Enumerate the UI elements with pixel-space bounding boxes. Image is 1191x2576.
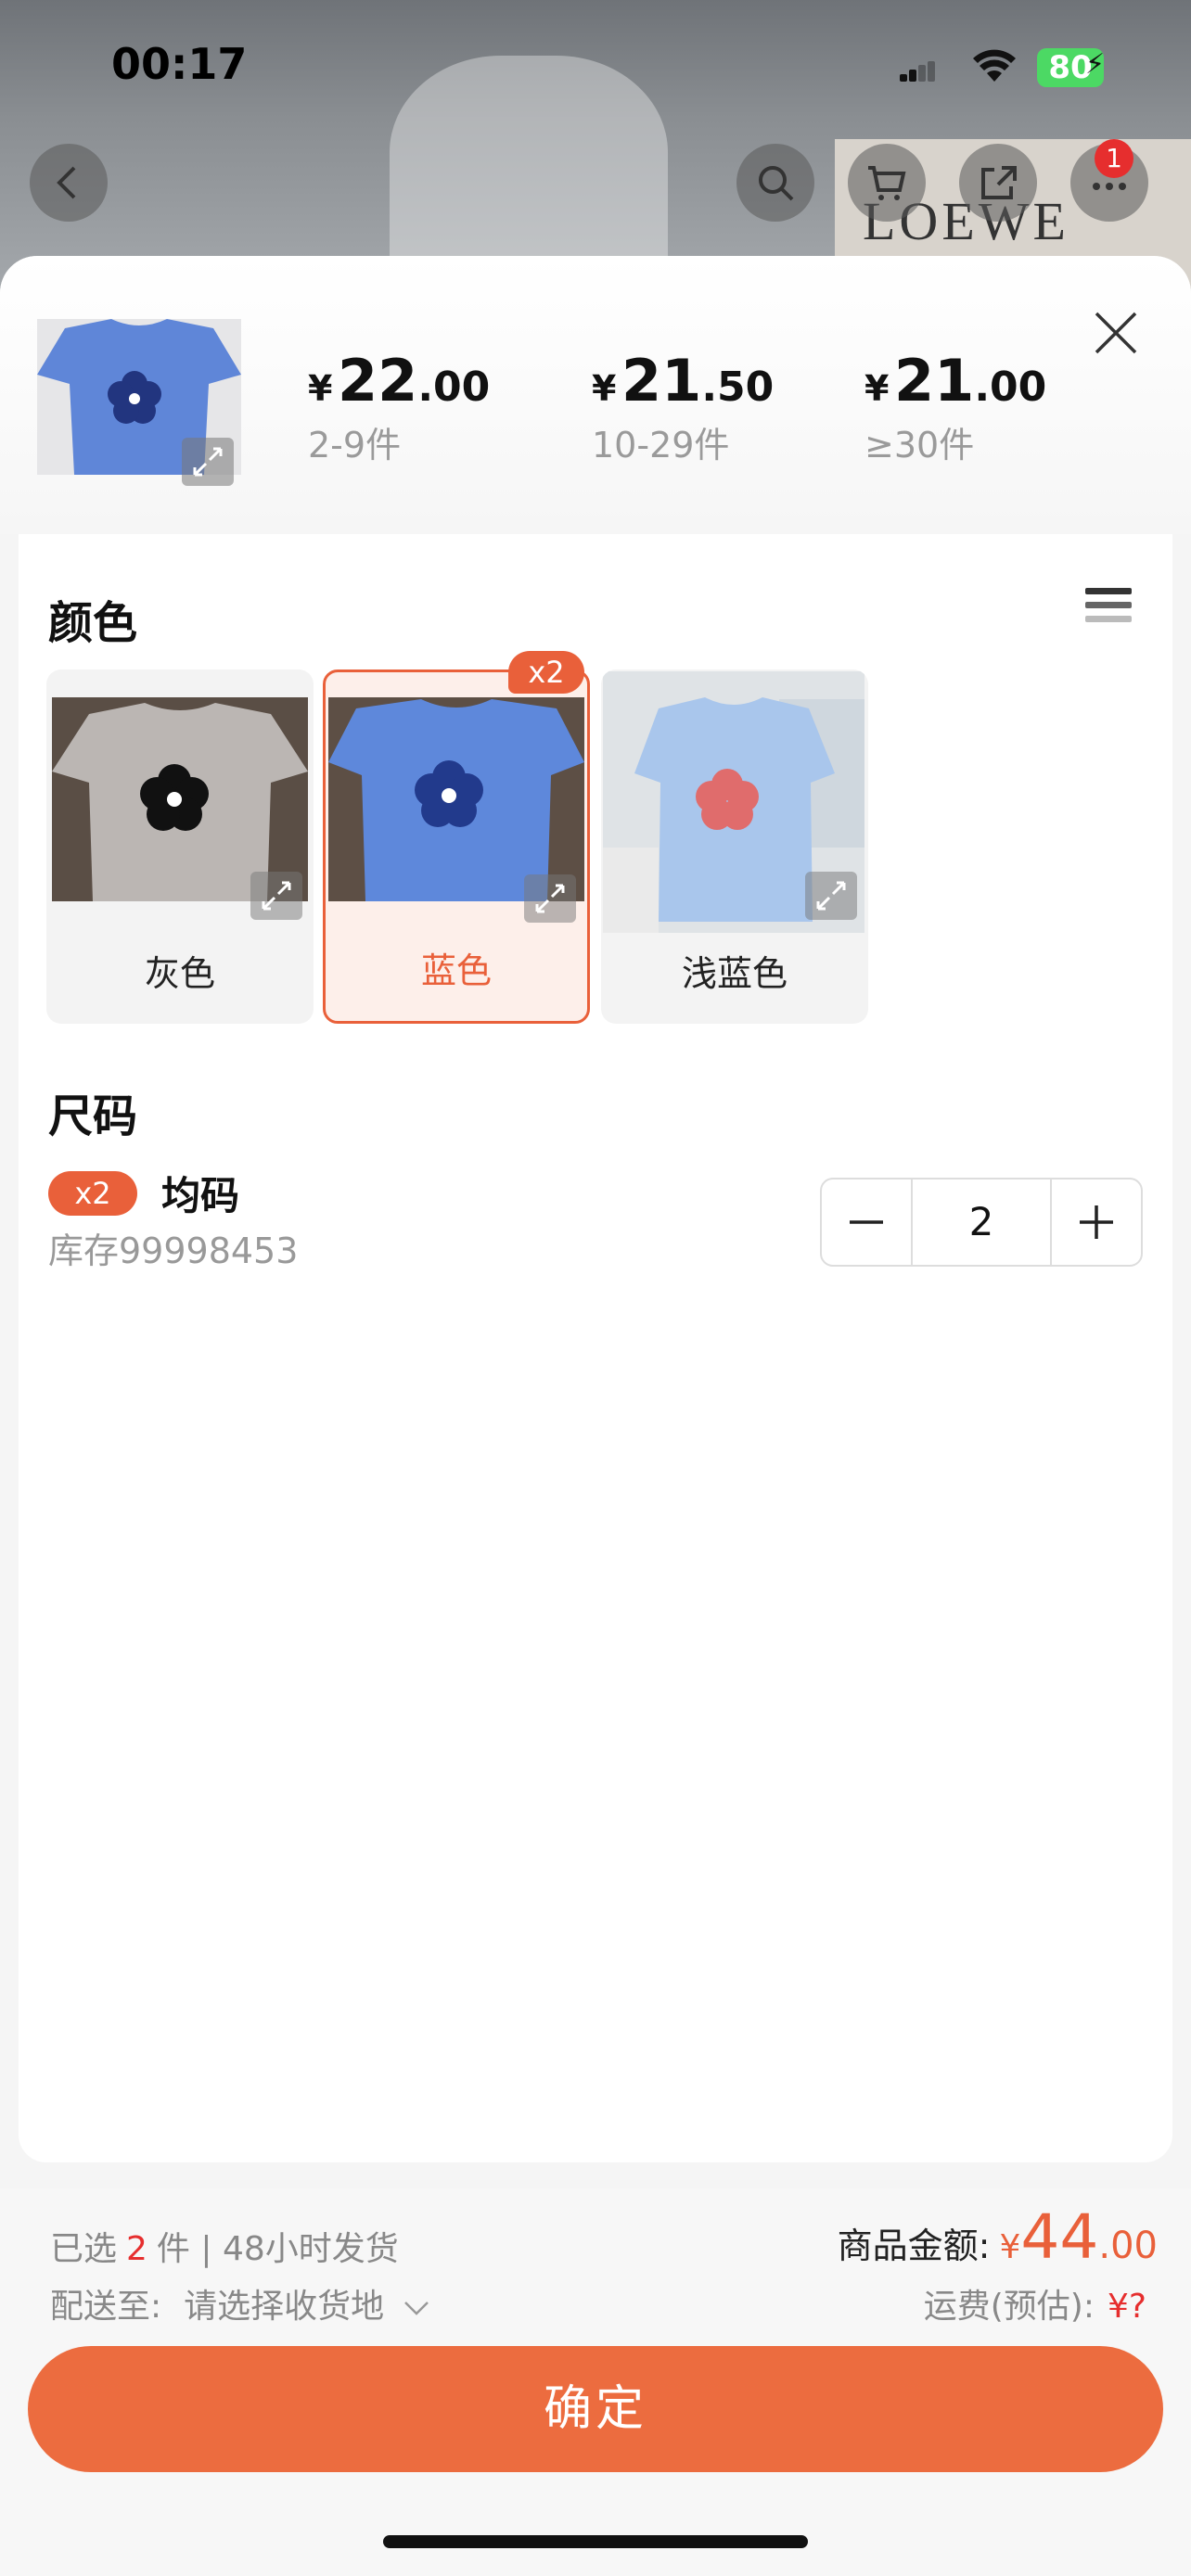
ship-to-selector[interactable]: 配送至: 请选择收货地	[50, 2279, 430, 2327]
blue-sweater-image	[328, 697, 584, 901]
minus-icon	[850, 1220, 883, 1224]
wifi-icon	[972, 48, 1017, 95]
freight-estimate: 运费(预估): ¥?	[923, 2288, 1146, 2326]
tier-range: ≥30件	[864, 425, 975, 465]
search-icon	[759, 166, 794, 201]
confirm-button[interactable]: 确定	[28, 2346, 1163, 2472]
tier-range: 2-9件	[308, 425, 402, 465]
color-option-label: 浅蓝色	[681, 953, 788, 994]
chevron-down-icon	[403, 2302, 429, 2315]
tier-range: 10-29件	[592, 425, 730, 465]
expand-button[interactable]	[805, 872, 857, 920]
price-tier-3: ¥ 21.00 ≥30件	[864, 347, 1047, 465]
color-option-light-blue[interactable]: 浅蓝色	[601, 670, 868, 1024]
sheet-header: ¥ 22.00 2-9件 ¥ 21.50 10-29件 ¥ 21.00 ≥30件	[0, 256, 1191, 534]
ship-to-label: 配送至:	[50, 2288, 162, 2326]
home-indicator	[383, 2535, 808, 2548]
selected-count-badge: x2	[508, 651, 584, 694]
color-section-title: 颜色	[48, 597, 138, 649]
selected-count: 2	[126, 2230, 147, 2268]
checkout-footer: 已选 2 件 | 48小时发货 配送至: 请选择收货地 商品金额: ¥44.00 运费(…	[0, 2188, 1191, 2576]
expand-icon	[535, 884, 565, 913]
color-option-gray[interactable]: 灰色	[46, 670, 314, 1024]
color-option-label: 蓝色	[420, 950, 492, 991]
size-name: 均码	[161, 1173, 240, 1218]
close-icon[interactable]	[1091, 308, 1141, 358]
cart-button[interactable]	[848, 144, 926, 222]
cart-icon	[868, 166, 906, 200]
back-button[interactable]	[30, 144, 108, 222]
plus-icon	[1080, 1205, 1113, 1239]
share-button[interactable]	[959, 144, 1037, 222]
chevron-left-icon	[57, 166, 76, 199]
price-tier-1: ¥ 22.00 2-9件	[308, 347, 491, 465]
charging-icon: ⚡	[1085, 48, 1106, 81]
thumbnail-expand-button[interactable]	[182, 438, 234, 486]
total-amount: 商品金额: ¥44.00	[837, 2201, 1158, 2273]
stock-count: 库存99998453	[48, 1231, 299, 1271]
price-tier-2: ¥ 21.50 10-29件	[592, 347, 775, 465]
list-view-toggle[interactable]	[1085, 588, 1132, 632]
quantity-stepper: 2	[820, 1178, 1143, 1267]
selection-summary: 已选 2 件 | 48小时发货	[50, 2230, 399, 2268]
quantity-input[interactable]: 2	[911, 1180, 1052, 1265]
search-button[interactable]	[736, 144, 814, 222]
expand-button[interactable]	[524, 874, 576, 923]
increase-button[interactable]	[1052, 1180, 1141, 1265]
share-icon	[981, 166, 1017, 199]
expand-icon	[262, 881, 291, 911]
size-count-badge: x2	[48, 1171, 137, 1216]
color-option-label: 灰色	[144, 953, 215, 994]
status-time: 00:17	[111, 39, 248, 89]
total-label: 商品金额:	[837, 2225, 991, 2266]
ship-to-value: 请选择收货地	[184, 2288, 385, 2326]
signal-icon	[900, 61, 935, 82]
size-section-title: 尺码	[48, 1090, 138, 1142]
expand-button[interactable]	[250, 872, 302, 920]
status-bar: 00:17 80 ⚡	[0, 0, 1191, 130]
gray-sweater-image	[52, 697, 308, 901]
expand-icon	[816, 881, 846, 911]
notification-badge: 1	[1095, 139, 1133, 178]
color-option-blue[interactable]: 蓝色	[323, 670, 590, 1024]
expand-icon	[193, 447, 223, 477]
decrease-button[interactable]	[822, 1180, 911, 1265]
